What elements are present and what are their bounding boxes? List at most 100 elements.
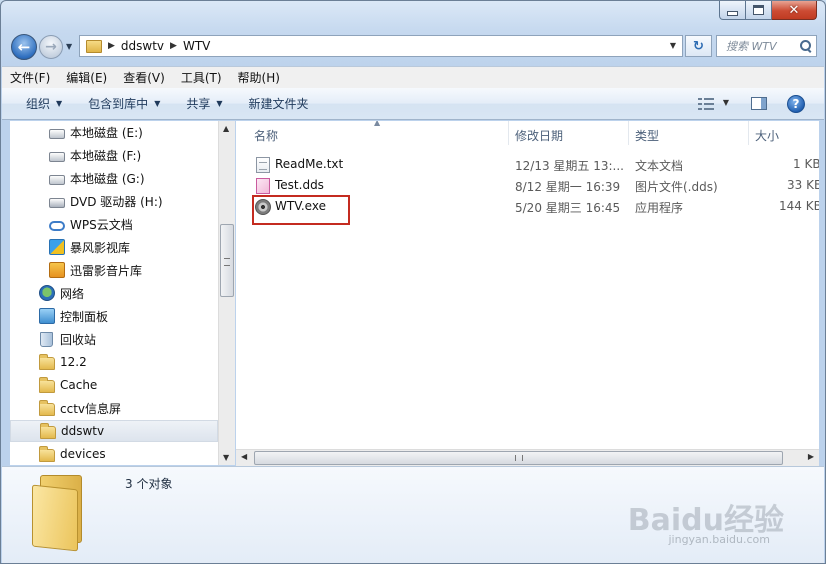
watermark-url: jingyan.baidu.com <box>668 533 770 546</box>
large-folder-icon <box>32 475 86 552</box>
new-folder-label: 新建文件夹 <box>248 97 309 111</box>
file-list: ▲ 名称 修改日期 类型 大小 ReadMe.txt 12/13 星期五 13:… <box>236 121 819 449</box>
nav-item-label: Cache <box>60 378 98 392</box>
search-input[interactable]: 搜索 WTV <box>716 35 817 57</box>
maximize-icon <box>753 5 764 15</box>
scroll-up-icon[interactable]: ▲ <box>223 124 229 133</box>
drive-icon <box>49 151 65 162</box>
chevron-right-icon[interactable]: ▶ <box>170 41 177 51</box>
nav-item-folder-cctv[interactable]: cctv信息屏 <box>39 397 121 419</box>
menu-edit[interactable]: 编辑(E) <box>58 69 115 86</box>
maximize-button[interactable] <box>746 1 772 20</box>
file-list-horizontal-scrollbar[interactable]: ◀ ▶ <box>236 449 819 466</box>
nav-item-drive-g[interactable]: 本地磁盘 (G:) <box>49 167 145 189</box>
nav-item-label: cctv信息屏 <box>60 401 122 416</box>
search-icon[interactable] <box>799 40 811 52</box>
share-button[interactable]: 共享 ▼ <box>186 95 222 112</box>
nav-item-dvd-h[interactable]: DVD 驱动器 (H:) <box>49 190 163 212</box>
nav-item-folder-devices[interactable]: devices <box>39 443 106 465</box>
include-in-library-button[interactable]: 包含到库中 ▼ <box>88 95 160 112</box>
nav-item-recycle-bin[interactable]: 回收站 <box>39 328 96 350</box>
minimize-icon <box>727 10 738 16</box>
chevron-right-icon[interactable]: ▶ <box>108 41 115 51</box>
cloud-icon <box>49 220 65 231</box>
refresh-icon: ↻ <box>693 38 704 54</box>
explorer-window: ✕ ← → ▼ ▶ ddswtv ▶ WTV ▼ ↻ 搜索 WTV 文件(F) … <box>0 0 826 564</box>
nav-item-folder-cache[interactable]: Cache <box>39 374 97 396</box>
nav-item-label: WPS云文档 <box>70 217 133 232</box>
address-bar[interactable]: ▶ ddswtv ▶ WTV ▼ <box>79 35 683 57</box>
minimize-button[interactable] <box>719 1 746 20</box>
scroll-right-icon[interactable]: ▶ <box>808 452 814 461</box>
thunder-video-icon <box>49 262 65 278</box>
file-size: 144 KB <box>779 199 819 213</box>
menu-tools[interactable]: 工具(T) <box>173 69 230 86</box>
caption-buttons: ✕ <box>719 1 817 20</box>
storm-video-icon <box>49 239 65 255</box>
navigation-pane: 本地磁盘 (E:) 本地磁盘 (F:) 本地磁盘 (G:) DVD 驱动器 (H… <box>10 121 218 465</box>
view-dropdown-icon[interactable]: ▼ <box>723 98 729 107</box>
nav-item-wps-cloud[interactable]: WPS云文档 <box>49 213 133 235</box>
nav-item-label: 控制面板 <box>60 309 109 324</box>
close-icon: ✕ <box>788 2 800 18</box>
folder-icon <box>39 376 55 393</box>
nav-item-label: 12.2 <box>60 355 87 369</box>
breadcrumb-ddswtv[interactable]: ddswtv <box>121 39 164 53</box>
organize-label: 组织 <box>26 97 51 111</box>
forward-button[interactable]: → <box>39 35 63 59</box>
file-row-readme[interactable]: ReadMe.txt 12/13 星期五 13:... 文本文档 1 KB <box>236 154 819 175</box>
drive-icon <box>49 174 65 185</box>
nav-item-drive-e[interactable]: 本地磁盘 (E:) <box>49 121 143 143</box>
nav-pane-vertical-scrollbar[interactable]: ▲ ▼ <box>218 121 235 465</box>
column-headers: ▲ 名称 修改日期 类型 大小 <box>236 121 819 145</box>
address-dropdown-icon[interactable]: ▼ <box>670 41 676 50</box>
scroll-down-icon[interactable]: ▼ <box>223 453 229 462</box>
control-panel-icon <box>39 308 55 324</box>
folder-icon <box>39 445 55 462</box>
share-label: 共享 <box>186 97 211 111</box>
nav-item-folder-12-2[interactable]: 12.2 <box>39 351 87 373</box>
recent-pages-dropdown[interactable]: ▼ <box>66 42 72 51</box>
nav-item-label: 本地磁盘 (E:) <box>70 125 143 140</box>
nav-item-storm-video[interactable]: 暴风影视库 <box>49 236 130 258</box>
column-type[interactable]: 类型 <box>635 127 659 144</box>
file-name: Test.dds <box>275 178 324 192</box>
nav-item-drive-f[interactable]: 本地磁盘 (F:) <box>49 144 141 166</box>
menu-file[interactable]: 文件(F) <box>2 69 58 86</box>
file-date: 5/20 星期三 16:45 <box>515 201 621 215</box>
new-folder-button[interactable]: 新建文件夹 <box>249 95 309 112</box>
recycle-bin-icon <box>40 331 53 347</box>
help-icon[interactable]: ? <box>787 95 805 113</box>
nav-item-label: 本地磁盘 (F:) <box>70 148 142 163</box>
view-details-icon[interactable] <box>698 97 714 110</box>
drive-icon <box>49 128 65 139</box>
refresh-button[interactable]: ↻ <box>685 35 712 57</box>
nav-item-folder-ddswtv[interactable]: ddswtv <box>10 420 218 442</box>
nav-pane-scroll-thumb[interactable] <box>220 224 234 297</box>
organize-button[interactable]: 组织 ▼ <box>26 95 62 112</box>
close-button[interactable]: ✕ <box>772 1 817 20</box>
nav-item-label: 回收站 <box>60 332 97 347</box>
scroll-left-icon[interactable]: ◀ <box>241 452 247 461</box>
dvd-icon <box>49 197 65 208</box>
file-date: 12/13 星期五 13:... <box>515 159 624 173</box>
column-date[interactable]: 修改日期 <box>515 127 563 144</box>
nav-item-control-panel[interactable]: 控制面板 <box>39 305 108 327</box>
nav-item-network[interactable]: 网络 <box>39 282 84 304</box>
menu-view[interactable]: 查看(V) <box>115 69 173 86</box>
back-button[interactable]: ← <box>11 34 37 60</box>
breadcrumb-wtv[interactable]: WTV <box>183 39 210 53</box>
nav-item-label: ddswtv <box>61 424 105 438</box>
column-size[interactable]: 大小 <box>755 127 779 144</box>
chevron-down-icon: ▼ <box>216 99 223 108</box>
details-pane: 3 个对象 Baidu经验 jingyan.baidu.com <box>2 466 824 563</box>
file-type: 文本文档 <box>635 159 684 173</box>
column-name[interactable]: 名称 <box>254 127 278 144</box>
file-row-test-dds[interactable]: Test.dds 8/12 星期一 16:39 图片文件(.dds) 33 KB <box>236 175 819 196</box>
preview-pane-icon[interactable] <box>751 97 767 110</box>
item-count: 3 个对象 <box>125 477 173 491</box>
menu-help[interactable]: 帮助(H) <box>230 69 288 86</box>
nav-item-thunder-video[interactable]: 迅雷影音片库 <box>49 259 142 281</box>
file-list-scroll-thumb[interactable] <box>254 451 783 465</box>
nav-item-label: 暴风影视库 <box>70 240 131 255</box>
